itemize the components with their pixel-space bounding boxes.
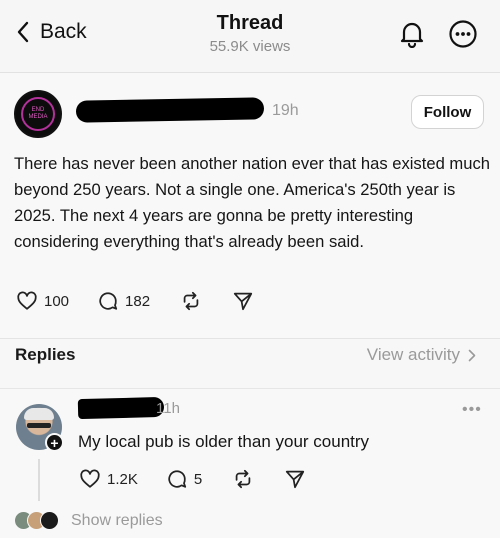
avatar-logo: END MEDIA [21, 97, 55, 131]
follow-button[interactable]: Follow [411, 95, 484, 129]
comment-button[interactable]: 5 [166, 468, 202, 490]
thread-line [38, 459, 40, 501]
heart-icon [17, 291, 37, 310]
comment-icon [168, 470, 186, 488]
replies-title: Replies [15, 345, 76, 364]
view-activity-label: View activity [366, 345, 460, 364]
original-post: END MEDIA 19h Follow There has never been… [0, 73, 500, 338]
post-timestamp: 19h [272, 102, 299, 119]
avatar-sunglasses [27, 423, 51, 428]
like-count: 1.2K [107, 470, 138, 488]
more-options-icon[interactable] [448, 19, 478, 49]
page-title: Thread [216, 12, 284, 34]
repost-icon [183, 291, 199, 311]
reply-avatars [14, 511, 59, 530]
view-count: 55.9K views [209, 38, 291, 55]
repost-icon [235, 469, 251, 489]
follow-plus-icon[interactable]: + [45, 433, 64, 452]
heart-icon [80, 469, 100, 488]
reply-text: My local pub is older than your country [78, 432, 370, 451]
post-text: There has never been another nation ever… [14, 154, 490, 251]
show-replies-button[interactable]: Show replies [14, 511, 163, 530]
like-button[interactable]: 100 [16, 290, 69, 312]
replies-header: Replies View activity [0, 339, 500, 388]
mini-avatar [40, 511, 59, 530]
redacted-username [77, 396, 165, 420]
redacted-username [75, 97, 265, 123]
repost-button[interactable] [232, 468, 254, 490]
like-count: 100 [44, 292, 70, 310]
share-button[interactable] [232, 290, 254, 312]
comment-count: 5 [193, 470, 203, 488]
reply-item: + 11h ••• My local pub is older than you… [0, 389, 500, 538]
comment-button[interactable]: 182 [97, 290, 150, 312]
post-actions: 100 182 [16, 289, 254, 313]
show-replies-label: Show replies [71, 511, 163, 529]
avatar-hat [24, 408, 54, 420]
view-activity-link[interactable]: View activity [367, 345, 476, 365]
reply-timestamp: 11h [156, 400, 180, 417]
share-button[interactable] [284, 468, 306, 490]
send-icon [286, 470, 305, 489]
title-block: Thread 55.9K views [0, 12, 500, 55]
like-button[interactable]: 1.2K [79, 468, 138, 490]
send-icon [233, 292, 253, 311]
reply-more-icon[interactable]: ••• [462, 401, 482, 419]
comment-icon [99, 292, 118, 310]
comment-count: 182 [125, 292, 151, 310]
bell-icon[interactable] [399, 20, 425, 48]
header-bar: Back Thread 55.9K views [0, 0, 500, 72]
repost-button[interactable] [180, 290, 202, 312]
avatar[interactable]: END MEDIA [14, 90, 62, 138]
reply-actions: 1.2K 5 [79, 467, 306, 491]
chevron-right-icon [468, 349, 476, 361]
